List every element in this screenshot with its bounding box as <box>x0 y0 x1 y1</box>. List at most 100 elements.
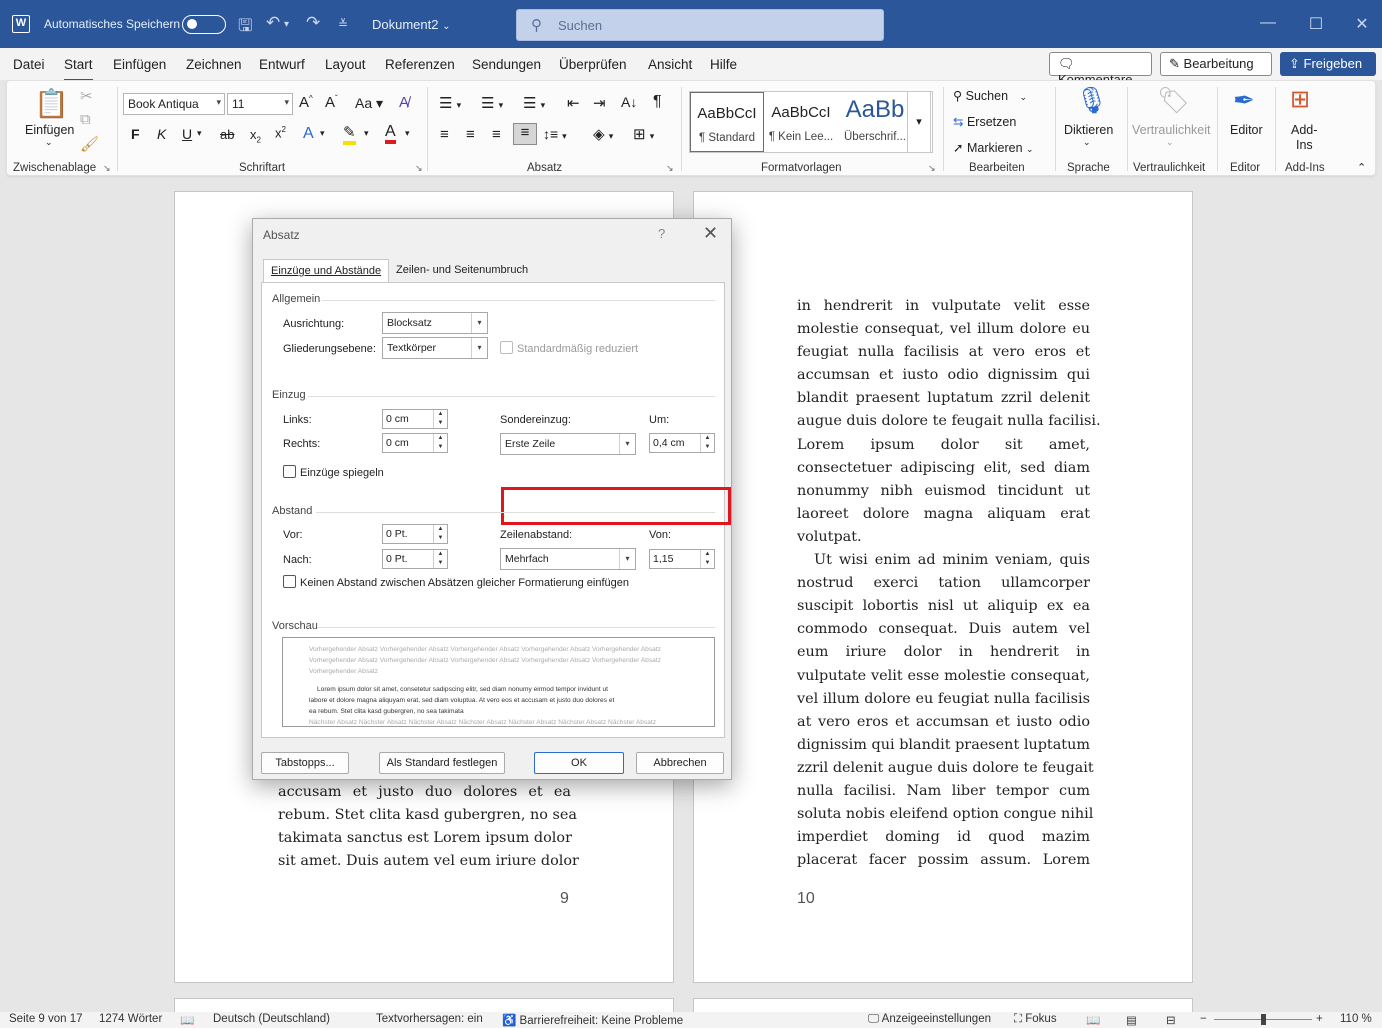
spinner-arrows-icon[interactable]: ▲ ▼ <box>700 434 714 452</box>
decrease-indent-icon[interactable]: ⇤ <box>567 94 580 112</box>
tabs-button[interactable]: Tabstopps... <box>261 752 349 774</box>
shading-icon[interactable]: ◈ ▾ <box>593 125 613 143</box>
spinner-arrows-icon[interactable]: ▲ ▼ <box>433 525 447 543</box>
text-predictions[interactable]: Textvorhersagen: ein <box>376 1013 483 1025</box>
line-spacing-select[interactable]: Mehrfach ▾ <box>500 548 636 570</box>
underline-dropdown-icon[interactable]: ▾ <box>197 128 202 139</box>
highlight-color-icon[interactable]: ✎ <box>343 125 356 145</box>
font-size-combo[interactable]: 11 ▾ <box>227 93 293 115</box>
language[interactable]: Deutsch (Deutschland) <box>213 1013 330 1025</box>
zoom-level[interactable]: 110 % <box>1340 1013 1372 1025</box>
focus-mode[interactable]: ⛶ Fokus <box>1014 1013 1057 1026</box>
tab-sendungen[interactable]: Sendungen <box>472 57 541 72</box>
increase-indent-icon[interactable]: ⇥ <box>593 94 606 112</box>
help-icon[interactable]: ? <box>658 226 665 241</box>
tab-hilfe[interactable]: Hilfe <box>710 57 737 72</box>
italic-button[interactable]: K <box>157 126 166 142</box>
styles-more-icon[interactable]: ▾ <box>907 91 931 153</box>
multilevel-list-icon[interactable]: ☰ ▾ <box>523 94 545 112</box>
tab-layout[interactable]: Layout <box>325 57 366 72</box>
chevron-down-icon[interactable]: ▾ <box>364 128 369 139</box>
styles-launcher-icon[interactable]: ↘ <box>928 163 936 174</box>
shrink-font-icon[interactable]: Aˇ <box>325 94 338 111</box>
comments-button[interactable]: 🗨 Kommentare <box>1049 52 1152 87</box>
spinner-arrows-icon[interactable]: ▲ ▼ <box>700 550 714 568</box>
align-left-icon[interactable]: ≡ <box>440 126 449 143</box>
replace-button[interactable]: ⇆ Ersetzen <box>953 114 1016 129</box>
outline-level-select[interactable]: Textkörper ▾ <box>382 337 488 359</box>
tab-line-page-breaks[interactable]: Zeilen- und Seitenumbruch <box>389 259 535 283</box>
page-right[interactable]: in hendrerit in vulputate velit esse mol… <box>693 191 1193 983</box>
dictate-button[interactable]: Diktieren <box>1064 123 1113 137</box>
show-formatting-marks-icon[interactable]: ¶ <box>653 93 662 111</box>
align-right-icon[interactable]: ≡ <box>492 126 501 143</box>
maximize-icon[interactable]: ☐ <box>1306 14 1326 34</box>
addins-icon[interactable]: ⊞ <box>1290 85 1310 114</box>
borders-icon[interactable]: ⊞ ▾ <box>633 125 654 143</box>
change-case-icon[interactable]: Aa ▾ <box>355 95 383 112</box>
paste-dropdown-icon[interactable]: ⌄ <box>45 137 53 148</box>
tab-indents-spacing[interactable]: Einzüge und Abstände <box>263 259 390 283</box>
tab-datei[interactable]: Datei <box>13 57 45 72</box>
autosave-toggle[interactable] <box>182 15 226 34</box>
strikethrough-button[interactable]: ab <box>220 127 234 142</box>
indent-right-spinner[interactable]: 0 cm ▲ ▼ <box>382 433 448 453</box>
tab-zeichnen[interactable]: Zeichnen <box>186 57 242 72</box>
indent-by-spinner[interactable]: 0,4 cm ▲ ▼ <box>649 433 715 453</box>
zoom-in-icon[interactable]: + <box>1316 1013 1323 1025</box>
justify-icon[interactable]: ≡ <box>513 123 537 145</box>
align-center-icon[interactable]: ≡ <box>466 126 475 143</box>
chevron-down-icon[interactable]: ▾ <box>405 128 410 139</box>
undo-dropdown-icon[interactable]: ▾ <box>284 19 289 30</box>
superscript-icon[interactable]: x2 <box>275 125 286 140</box>
tab-ueberpruefen[interactable]: Überprüfen <box>559 57 627 72</box>
spinner-arrows-icon[interactable]: ▲ ▼ <box>433 410 447 428</box>
font-launcher-icon[interactable]: ↘ <box>415 163 423 174</box>
sort-icon[interactable]: A↓ <box>621 94 637 110</box>
undo-icon[interactable]: ↶ <box>266 13 280 33</box>
print-layout-icon[interactable]: ▤ <box>1126 1013 1137 1027</box>
line-spacing-icon[interactable]: ↕≡ ▾ <box>543 126 567 142</box>
page-count[interactable]: Seite 9 von 17 <box>9 1013 83 1025</box>
select-button[interactable]: ➚ Markieren ⌄ <box>953 140 1034 155</box>
zoom-out-icon[interactable]: − <box>1200 1013 1207 1025</box>
chevron-down-icon[interactable]: ▾ <box>320 128 325 139</box>
search-box[interactable]: ⚲ Suchen <box>516 9 884 41</box>
collapse-ribbon-icon[interactable]: ⌃ <box>1357 161 1366 174</box>
document-name[interactable]: Dokument2 ⌄ <box>372 17 451 32</box>
tab-entwurf[interactable]: Entwurf <box>259 57 305 72</box>
line-spacing-at-spinner[interactable]: 1,15 ▲ ▼ <box>649 549 715 569</box>
tab-start[interactable]: Start <box>64 57 93 82</box>
paste-button-label[interactable]: Einfügen <box>25 123 74 137</box>
paragraph-launcher-icon[interactable]: ↘ <box>666 163 674 174</box>
proofing-icon[interactable]: 📖 <box>180 1013 194 1027</box>
chevron-down-icon[interactable]: ⌄ <box>1083 137 1091 148</box>
ok-button[interactable]: OK <box>534 752 624 774</box>
style-no-spacing[interactable]: AaBbCcI ¶ Kein Lee... <box>764 92 838 152</box>
share-button[interactable]: ⇪ Freigeben ⌄ <box>1280 52 1376 86</box>
web-layout-icon[interactable]: ⊟ <box>1166 1013 1176 1027</box>
alignment-select[interactable]: Blocksatz ▾ <box>382 312 488 334</box>
grow-font-icon[interactable]: A^ <box>299 94 313 111</box>
tab-ansicht[interactable]: Ansicht <box>648 57 692 72</box>
save-icon[interactable]: 🖫 <box>238 13 252 42</box>
editor-button[interactable]: Editor <box>1230 123 1263 137</box>
microphone-icon[interactable]: 🎙 <box>1075 85 1108 116</box>
editor-icon[interactable]: ✒ <box>1233 85 1255 116</box>
zoom-slider-thumb[interactable] <box>1261 1014 1266 1025</box>
style-heading[interactable]: AaBb Überschrif... <box>838 92 912 152</box>
font-color-icon[interactable]: A <box>385 124 396 144</box>
minimize-icon[interactable]: — <box>1258 14 1278 32</box>
spacing-before-spinner[interactable]: 0 Pt. ▲ ▼ <box>382 524 448 544</box>
font-name-combo[interactable]: Book Antiqua ▾ <box>123 93 225 115</box>
clear-formatting-icon[interactable]: A̸ <box>399 94 409 111</box>
style-standard[interactable]: AaBbCcI ¶ Standard <box>690 92 764 152</box>
redo-icon[interactable]: ↷ <box>306 13 320 33</box>
copy-icon[interactable]: ⧉ <box>80 111 91 128</box>
spacing-after-spinner[interactable]: 0 Pt. ▲ ▼ <box>382 549 448 569</box>
editing-mode-button[interactable]: ✎ Bearbeitung ⌄ <box>1160 52 1272 86</box>
paste-icon[interactable]: 📋 <box>34 87 69 120</box>
customize-quick-access-icon[interactable]: ≚ <box>338 17 348 31</box>
text-effects-icon[interactable]: A <box>303 125 314 143</box>
find-button[interactable]: ⚲ Suchen ⌄ <box>953 88 1027 103</box>
